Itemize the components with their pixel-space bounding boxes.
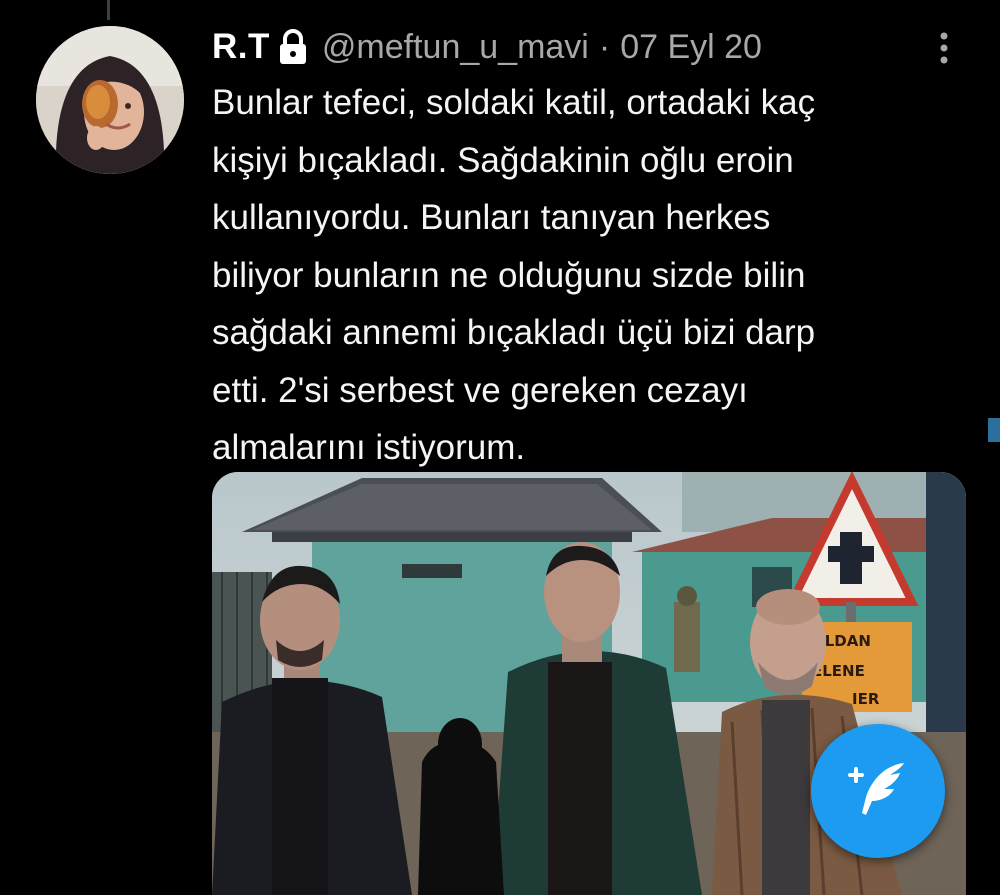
- tweet-header: R.T @meftun_u_mavi · 07 Eyl 20: [212, 24, 762, 70]
- tweet-date[interactable]: 07 Eyl 20: [620, 28, 762, 67]
- lock-icon: [276, 27, 310, 67]
- display-name[interactable]: R.T: [212, 27, 270, 67]
- tweet-screen: R.T @meftun_u_mavi · 07 Eyl 20 Bunlar te…: [0, 0, 1000, 895]
- avatar[interactable]: [36, 26, 184, 174]
- separator-dot: ·: [598, 27, 611, 66]
- user-handle[interactable]: @meftun_u_mavi: [322, 28, 589, 67]
- compose-tweet-icon: [842, 753, 914, 830]
- compose-tweet-button[interactable]: [811, 724, 945, 858]
- scrollbar-thumb[interactable]: [988, 418, 1000, 442]
- sign-text-line-3: IER: [852, 690, 880, 708]
- more-vertical-icon[interactable]: [932, 28, 956, 68]
- tweet-text: Bunlar tefeci, soldaki katil, ortadaki k…: [212, 83, 816, 467]
- thread-connector-line: [107, 0, 110, 20]
